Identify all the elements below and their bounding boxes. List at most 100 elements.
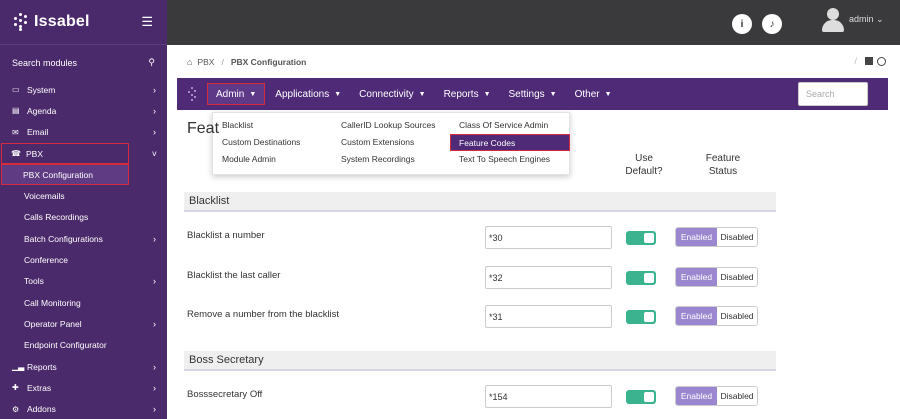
search-modules[interactable]: Search modules ⚲ (0, 46, 167, 79)
sidebar-item-call-monitoring[interactable]: Call Monitoring (0, 292, 167, 313)
nav-search-input[interactable]: Search (798, 82, 868, 106)
breadcrumb-current: PBX Configuration (230, 57, 307, 67)
nav-label: Other (574, 88, 600, 100)
dropdown-item-module-admin[interactable]: Module Admin (213, 151, 300, 168)
sidebar-item-reports[interactable]: ▁▃ Reports › (0, 356, 167, 377)
section-header: Boss Secretary (184, 350, 776, 371)
disabled-button[interactable]: Disabled (717, 267, 757, 286)
module-navbar: Admin ▼ Applications ▼ Connectivity ▼ Reports ▼… (177, 78, 888, 110)
feature-label: Bosssecretary Off (187, 388, 263, 400)
chevron-right-icon: › (153, 276, 156, 287)
user-avatar[interactable] (822, 8, 844, 32)
search-modules-label: Search modules (12, 57, 78, 68)
nav-label: Applications (275, 88, 330, 100)
feature-code-input[interactable]: *154 (485, 384, 612, 408)
breadcrumb: ⌂ PBX / PBX Configuration / (167, 48, 900, 76)
chevron-right-icon: › (153, 127, 156, 138)
sidebar-item-agenda[interactable]: ▤ Agenda › (0, 100, 167, 121)
chevron-right-icon: › (153, 233, 156, 244)
sidebar-item-label: Voicemails (24, 191, 65, 202)
brand: Issabel ☰ (0, 0, 167, 45)
dropdown-column-2: CallerID Lookup Sources Custom Extensions… (332, 117, 436, 168)
chevron-right-icon: › (153, 404, 156, 415)
sidebar-item-operator-panel[interactable]: Operator Panel › (0, 313, 167, 334)
nav-reports[interactable]: Reports ▼ (436, 83, 499, 105)
sidebar-item-system[interactable]: ▭ System › (0, 79, 167, 100)
sidebar-item-label: Conference (24, 255, 68, 266)
info-icon[interactable]: i (732, 14, 752, 34)
sidebar-item-label: System (27, 84, 56, 95)
sidebar-item-voicemails[interactable]: Voicemails (0, 185, 167, 206)
disabled-button[interactable]: Disabled (717, 386, 757, 405)
use-default-toggle[interactable] (626, 310, 656, 324)
bell-icon[interactable]: ♪ (762, 14, 782, 34)
disabled-button[interactable]: Disabled (717, 228, 757, 246)
chevron-right-icon: › (153, 105, 156, 116)
feature-code-input[interactable]: *30 (485, 226, 612, 249)
sidebar-item-endpoint-configurator[interactable]: Endpoint Configurator (0, 335, 167, 356)
gear-icon: ⚙ (12, 404, 20, 414)
feature-label: Blacklist the last caller (187, 269, 281, 281)
book-icon: ▤ (12, 106, 20, 116)
nav-label: Admin (216, 88, 245, 100)
chevron-down-icon: ▼ (604, 90, 612, 98)
bar-chart-icon: ▁▃ (12, 362, 25, 371)
chevron-down-icon: ▼ (249, 90, 257, 98)
enabled-button[interactable]: Enabled (676, 307, 717, 325)
sidebar-item-label: Tools (24, 276, 44, 287)
nav-label: Settings (508, 88, 545, 100)
globe-icon[interactable] (877, 56, 886, 66)
sidebar-item-pbx-configuration[interactable]: PBX Configuration (1, 164, 129, 186)
nav-settings[interactable]: Settings ▼ (501, 83, 565, 105)
feature-code-input[interactable]: *32 (485, 265, 612, 289)
use-default-toggle[interactable] (626, 231, 656, 245)
sidebar-item-conference[interactable]: Conference (0, 249, 167, 270)
enabled-button[interactable]: Enabled (676, 386, 717, 405)
divider: / (854, 56, 857, 66)
sidebar-item-batch-configurations[interactable]: Batch Configurations › (0, 228, 167, 249)
nav-items: Admin ▼ Applications ▼ Connectivity ▼ Reports ▼… (207, 83, 622, 105)
breadcrumb-home[interactable]: PBX (197, 57, 214, 67)
home-icon[interactable]: ⌂ (187, 57, 192, 67)
sidebar-item-addons[interactable]: ⚙ Addons › (0, 398, 167, 419)
sidebar-item-email[interactable]: ✉ Email › (0, 122, 167, 143)
page-title: Feat (187, 120, 220, 137)
dropdown-item-text-to-speech-engines[interactable]: Text To Speech Engines (450, 151, 570, 168)
logo-icon (14, 13, 28, 31)
search-icon[interactable]: ⚲ (148, 57, 155, 68)
nav-label: Connectivity (359, 88, 414, 100)
feature-status-header: Feature Status (705, 153, 741, 177)
dropdown-item-custom-destinations[interactable]: Custom Destinations (213, 134, 300, 151)
sidebar-item-tools[interactable]: Tools › (0, 271, 167, 292)
sidebar-item-label: Batch Configurations (24, 233, 103, 244)
chevron-right-icon: › (153, 361, 156, 372)
top-header: i ♪ (167, 0, 900, 45)
nav-other[interactable]: Other ▼ (567, 83, 620, 105)
hamburger-icon[interactable]: ☰ (141, 14, 153, 30)
chevron-down-icon: ▼ (334, 90, 342, 98)
dropdown-item-blacklist[interactable]: Blacklist (213, 117, 300, 134)
dropdown-item-callerid-lookup-sources[interactable]: CallerID Lookup Sources (332, 117, 436, 134)
sidebar-item-pbx[interactable]: ☎ PBX ˅ (1, 142, 157, 165)
user-menu[interactable]: admin ⌄ (849, 14, 884, 25)
nav-admin[interactable]: Admin ▼ (207, 83, 266, 105)
dropdown-item-system-recordings[interactable]: System Recordings (332, 151, 436, 168)
nav-applications[interactable]: Applications ▼ (267, 83, 349, 105)
user-name: admin (849, 14, 874, 24)
enabled-button[interactable]: Enabled (676, 267, 717, 286)
disabled-button[interactable]: Disabled (717, 307, 757, 325)
sidebar-item-calls-recordings[interactable]: Calls Recordings (0, 207, 167, 228)
feature-code-input[interactable]: *31 (485, 305, 612, 328)
enabled-button[interactable]: Enabled (676, 228, 717, 246)
star-icon[interactable] (865, 57, 873, 65)
nav-connectivity[interactable]: Connectivity ▼ (351, 83, 433, 105)
sidebar-item-extras[interactable]: ✚ Extras › (0, 377, 167, 398)
chevron-down-icon: ▼ (483, 90, 491, 98)
dropdown-item-custom-extensions[interactable]: Custom Extensions (332, 134, 436, 151)
sidebar-item-label: PBX (26, 148, 44, 159)
sidebar: Issabel ☰ Search modules ⚲ ▭ System › ▤ Agen… (0, 0, 167, 419)
use-default-toggle[interactable] (626, 389, 656, 404)
dropdown-item-class-of-service-admin[interactable]: Class Of Service Admin (450, 117, 570, 134)
use-default-toggle[interactable] (626, 270, 656, 285)
dropdown-item-feature-codes[interactable]: Feature Codes (450, 134, 570, 151)
